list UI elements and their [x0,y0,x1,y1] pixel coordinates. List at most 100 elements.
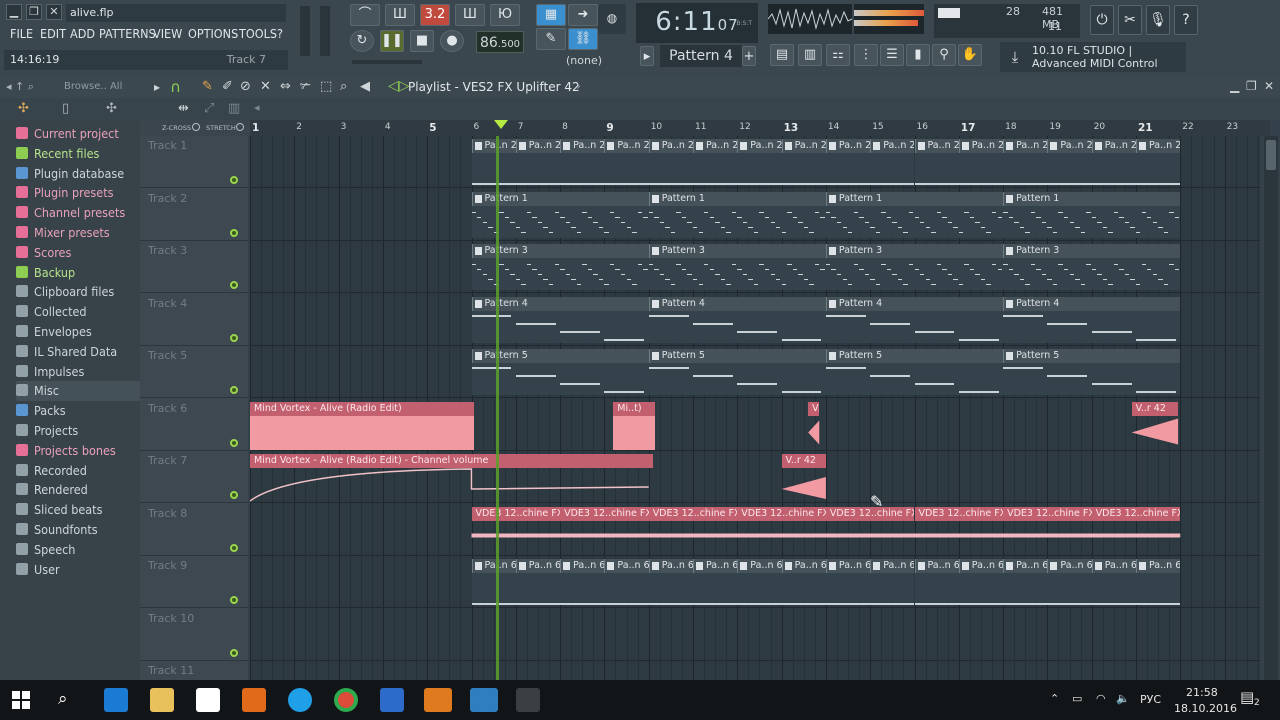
volume-icon[interactable]: 🔈 [1116,692,1130,705]
slice-tool-icon[interactable]: ✃ [300,79,311,94]
track-header[interactable]: Track 4 [140,294,248,346]
track-header[interactable]: Track 10 [140,609,248,661]
snap-selector[interactable]: (none) [566,54,602,67]
browser-item[interactable]: Current project [16,124,140,144]
record-button[interactable]: ● [440,30,464,52]
playlist-menu-arrow-icon[interactable]: ▸ [154,80,160,94]
menu-edit[interactable]: EDIT [40,26,66,41]
track-mute-led[interactable] [230,491,238,499]
track-header[interactable]: Track 6 [140,399,248,451]
track-mute-led[interactable] [230,648,238,657]
search-icon[interactable]: ⌕ [58,689,68,709]
track-mute-led[interactable] [230,438,238,447]
arrangement-grid[interactable]: Pa..n 2 Pa..n 2 Pa..n 2 Pa..n 2 Pa..n 2 Pa..n… [250,136,1260,680]
store-icon[interactable] [196,688,220,712]
upload-app-icon[interactable] [380,688,404,712]
browser-item[interactable]: Channel presets [16,203,140,223]
news-panel[interactable]: 10.10 FL STUDIO | Advanced MIDI Control [1000,42,1186,72]
browser-item[interactable]: Scores [16,243,140,263]
fl-studio-taskbar-icon[interactable] [424,688,452,712]
mixer-icon[interactable]: ☰ [880,44,904,66]
browser-item[interactable]: Packs [16,401,140,421]
language-indicator[interactable]: РУС [1140,693,1161,706]
browser-item[interactable]: Misc [16,381,140,402]
stop-button[interactable]: ■ [410,30,434,52]
tempo-display[interactable]: 86.500 [476,31,524,53]
link-icon[interactable]: ⛓ [568,28,598,50]
zoom-diag-icon[interactable]: ⤢ [204,101,214,116]
pattern-add-button[interactable]: + [742,46,756,66]
pause-button[interactable]: ❚❚ [380,30,404,52]
browser-item[interactable]: User [16,560,140,580]
touch-controller-icon[interactable]: ✋ [958,44,982,66]
metronome-button[interactable]: ⌒ [350,4,380,26]
browser-item[interactable]: Envelopes [16,322,140,342]
vertical-scrollbar[interactable] [1264,136,1278,680]
sort-icon[interactable]: ✣ [106,101,117,116]
menu-options[interactable]: OPTIONS [188,26,238,41]
browser-item[interactable]: Recent files [16,144,140,164]
playhead[interactable] [496,136,499,680]
browser-item[interactable]: Recorded [16,461,140,481]
track-mute-led[interactable] [230,176,238,184]
pencil-icon[interactable]: ✎ [536,28,566,50]
play-marker-icon[interactable] [494,120,508,130]
browser-icon[interactable]: ▮ [906,44,930,66]
browser-nav-icon[interactable]: ◂ ↑ ⌕ [6,80,34,94]
close-button[interactable]: ✕ [46,4,62,20]
slip-tool-icon[interactable]: ⇔ [280,79,291,94]
edge-browser-icon[interactable] [104,688,128,712]
menu-view[interactable]: VIEW [153,26,182,41]
select-tool-icon[interactable]: ⬚ [320,79,332,94]
tools-icon[interactable]: ✂ [1118,5,1142,35]
track-mute-led[interactable] [230,386,238,394]
timeline-ruler[interactable]: 1 2 3 4 5 6 7 8 9 10 11 12 13 14 15 16 17 18 19 20 21 22 23 [250,120,1270,136]
zoom-horizontal-icon[interactable]: ⇹ [178,101,189,116]
piano-icon[interactable]: ▥ [228,101,240,116]
browser-item[interactable]: Collected [16,302,140,322]
arrow-icon[interactable]: ➜ [568,4,598,26]
track-mute-led[interactable] [230,543,238,552]
step-edit-button[interactable]: Ш [455,4,485,26]
playback-tool-icon[interactable]: ◀ [360,79,370,94]
playlist-close-button[interactable]: ✕ [1264,79,1274,93]
track-header[interactable]: Track 9 [140,556,248,608]
brush-tool-icon[interactable]: ✐ [222,79,233,94]
battery-icon[interactable]: ▭ [1072,692,1082,705]
playlist-window-icon[interactable]: ▤ [770,44,794,66]
menu-help[interactable]: ? [277,26,283,41]
browser-item[interactable]: Plugin database [16,164,140,184]
menu-tools[interactable]: TOOLS [239,26,277,41]
power-icon[interactable]: ⏻ [1090,5,1114,35]
browser-item[interactable]: Soundfonts [16,520,140,540]
windows-start-icon[interactable] [12,691,30,709]
playlist-mode-button[interactable]: ▦ [536,4,566,26]
piano-roll-icon[interactable]: ▥ [798,44,822,66]
loop-record-button[interactable]: Ю [490,4,520,26]
zcross-toggle[interactable] [192,123,200,131]
track-header[interactable]: Track 7 [140,451,248,503]
browser-item[interactable]: Sliced beats [16,500,140,520]
monitor-app-icon[interactable] [470,688,498,712]
media-player-icon[interactable] [242,688,266,712]
microphone-icon[interactable]: 🎙 [1146,5,1170,35]
master-volume-slider[interactable] [300,6,310,56]
help-icon[interactable]: ? [1174,5,1198,35]
file-explorer-icon[interactable] [150,688,174,712]
wifi-icon[interactable]: ◠ [1096,692,1106,705]
download-icon[interactable]: ⤓ [1004,44,1026,70]
minimize-button[interactable]: ▁ [6,4,22,20]
clock-date[interactable]: 18.10.2016 [1174,702,1237,715]
browser-item[interactable]: Clipboard files [16,282,140,302]
zoom-tool-icon[interactable]: ⌕ [340,79,347,94]
browser-item[interactable]: Projects [16,421,140,441]
browser-item[interactable]: Rendered [16,480,140,500]
track-header[interactable]: Track 1 [140,136,248,188]
stretch-toggle[interactable] [236,123,244,131]
browser-item[interactable]: Mixer presets [16,223,140,243]
track-header[interactable]: Track 8 [140,504,248,556]
scroll-left-icon[interactable]: ◂ [254,101,260,114]
track-mute-led[interactable] [230,333,238,342]
menu-add[interactable]: ADD [70,26,95,41]
track-header[interactable]: Track 2 [140,189,248,241]
